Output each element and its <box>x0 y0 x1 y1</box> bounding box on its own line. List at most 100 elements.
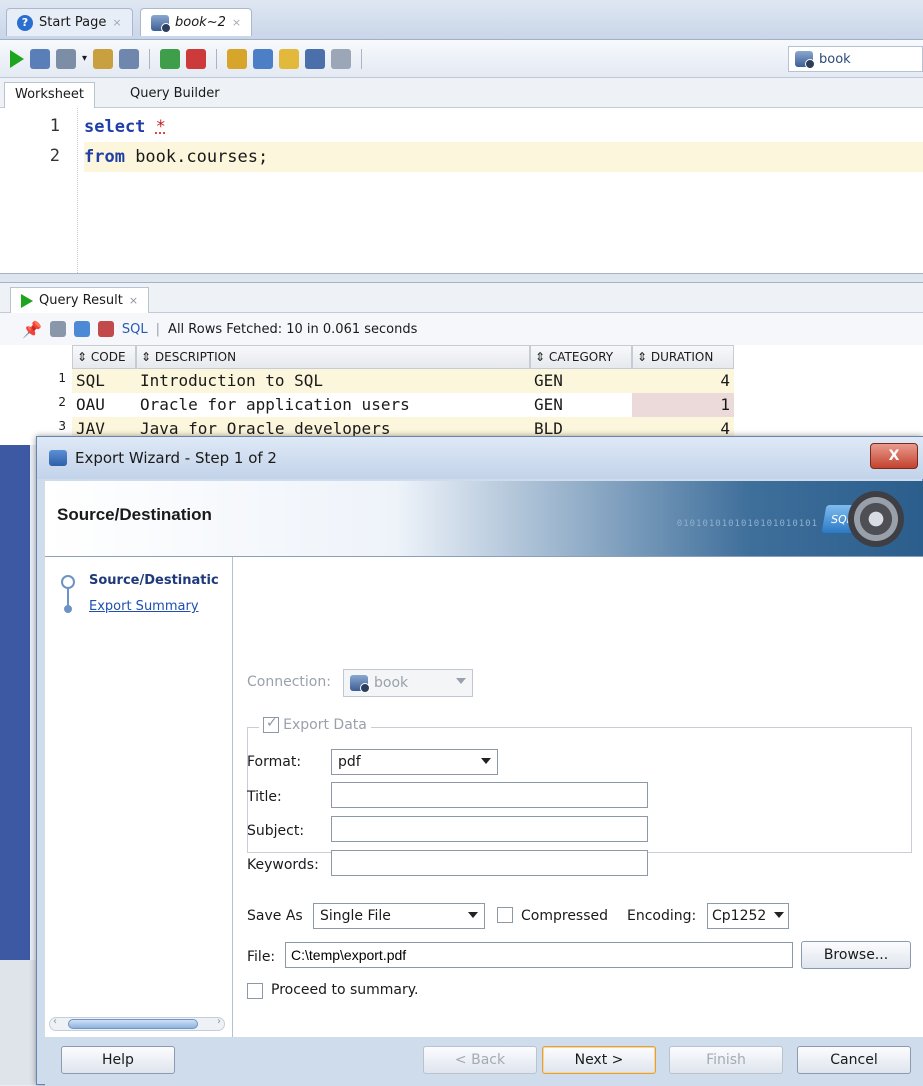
chevron-left-icon[interactable]: ‹ <box>53 1016 57 1027</box>
wizard-steps-pane: Source/Destinatic Export Summary ‹ › <box>45 557 233 1037</box>
compressed-checkbox[interactable] <box>497 907 513 923</box>
save-as-value: Single File <box>320 908 391 924</box>
close-button[interactable]: X <box>870 443 918 469</box>
subject-input[interactable] <box>331 816 648 842</box>
chevron-down-icon[interactable]: ▾ <box>82 53 87 64</box>
chevron-down-icon <box>774 912 784 918</box>
subject-label: Subject: <box>247 823 305 839</box>
horizontal-scrollbar[interactable]: ‹ › <box>49 1016 225 1031</box>
keywords-label: Keywords: <box>247 857 319 873</box>
explain-plan-icon[interactable] <box>119 48 140 69</box>
title-input[interactable] <box>331 782 648 808</box>
splitter-handle[interactable] <box>0 273 923 283</box>
sql-tuning-icon[interactable] <box>305 48 326 69</box>
finish-button[interactable]: Finish <box>669 1046 783 1074</box>
close-tab-icon[interactable]: × <box>129 294 138 307</box>
title-label: Title: <box>247 789 282 805</box>
proceed-to-summary-checkbox[interactable] <box>247 983 263 999</box>
save-as-select[interactable]: Single File <box>313 903 485 929</box>
help-icon: ? <box>17 14 33 31</box>
browse-button[interactable]: Browse... <box>801 941 911 969</box>
wizard-content: Connection: book Export Data Format: pdf… <box>233 557 923 1037</box>
cell-code[interactable]: SQL <box>72 369 136 393</box>
tab-start-page[interactable]: ? Start Page × <box>6 8 133 36</box>
autotrace-icon[interactable] <box>160 48 181 69</box>
connection-combo[interactable]: book <box>343 669 473 697</box>
cell-description[interactable]: Oracle for application users <box>136 393 530 417</box>
close-tab-icon[interactable]: × <box>112 16 121 29</box>
column-header-duration[interactable]: ⇕ DURATION <box>632 345 734 369</box>
step-source-destination[interactable]: Source/Destinatic <box>89 573 219 588</box>
worksheet-toolbar: ▾ book <box>0 40 923 78</box>
tab-label: book~2 <box>175 15 226 30</box>
cell-category[interactable]: GEN <box>530 369 632 393</box>
toolbar-separator: | <box>155 321 161 337</box>
cell-description[interactable]: Introduction to SQL <box>136 369 530 393</box>
cell-code[interactable]: OAU <box>72 393 136 417</box>
sql-link[interactable]: SQL <box>122 322 148 337</box>
encoding-value: Cp1252 <box>712 908 767 924</box>
tab-query-result[interactable]: Query Result × <box>10 287 150 313</box>
step-export-summary[interactable]: Export Summary <box>89 599 199 614</box>
pin-icon[interactable]: 📌 <box>22 320 42 339</box>
file-label: File: <box>247 949 276 965</box>
cancel-fetch-icon[interactable] <box>97 321 114 337</box>
tab-worksheet[interactable]: Worksheet <box>4 82 96 108</box>
toolbar-separator <box>149 48 151 69</box>
sql-token: * <box>155 117 166 137</box>
rollback-icon[interactable] <box>93 48 114 69</box>
format-icon[interactable] <box>253 48 274 69</box>
connection-select[interactable]: book <box>788 46 923 72</box>
tools-icon[interactable] <box>331 48 352 69</box>
scrollbar-thumb[interactable] <box>68 1019 198 1029</box>
sql-editor[interactable]: 1 2 select * from book.courses; <box>0 108 923 273</box>
export-data-checkbox[interactable] <box>263 715 279 733</box>
sql-token: book.courses; <box>124 147 269 167</box>
chevron-right-icon[interactable]: › <box>217 1016 221 1027</box>
results-grid: ⇕ CODE ⇕ DESCRIPTION ⇕ CATEGORY ⇕ DURATI… <box>0 345 923 445</box>
wizard-banner: Source/Destination 010101010101010101010… <box>45 481 923 557</box>
document-tab-bar: ? Start Page × book~2 × <box>0 0 923 40</box>
column-header-code[interactable]: ⇕ CODE <box>72 345 136 369</box>
export-data-legend: Export Data <box>259 715 371 737</box>
back-button[interactable]: < Back <box>423 1046 537 1074</box>
column-header-label: CODE <box>90 350 126 364</box>
print-icon[interactable] <box>49 321 66 337</box>
tab-query-builder[interactable]: Query Builder <box>120 82 230 108</box>
sql-keyword: from <box>84 147 125 167</box>
help-button[interactable]: Help <box>61 1046 175 1074</box>
save-as-label: Save As <box>247 908 303 924</box>
column-header-category[interactable]: ⇕ CATEGORY <box>530 345 632 369</box>
database-connection-icon <box>795 51 815 69</box>
commit-icon[interactable] <box>56 48 76 69</box>
cell-category[interactable]: GEN <box>530 393 632 417</box>
sql-keyword: select <box>84 117 146 137</box>
cell-duration[interactable]: 1 <box>632 393 734 417</box>
run-script-icon[interactable] <box>30 48 50 69</box>
sql-history-icon[interactable] <box>227 48 248 69</box>
clear-icon[interactable] <box>186 48 207 69</box>
tab-book-worksheet[interactable]: book~2 × <box>140 8 253 36</box>
keywords-input[interactable] <box>331 850 648 876</box>
dialog-titlebar[interactable]: Export Wizard - Step 1 of 2 X <box>37 437 923 479</box>
code-line-current[interactable]: from book.courses; <box>84 142 923 172</box>
connection-label: Connection: <box>247 674 331 690</box>
run-icon <box>21 293 33 308</box>
line-number: 2 <box>49 146 60 166</box>
eraser-icon[interactable] <box>279 48 300 69</box>
code-line[interactable]: select * <box>84 112 166 142</box>
encoding-select[interactable]: Cp1252 <box>707 903 789 929</box>
run-statement-icon[interactable] <box>10 49 24 68</box>
column-header-description[interactable]: ⇕ DESCRIPTION <box>136 345 530 369</box>
refresh-icon[interactable] <box>73 321 90 337</box>
close-tab-icon[interactable]: × <box>232 16 241 29</box>
encoding-label: Encoding: <box>627 908 697 924</box>
film-reel-icon <box>848 491 904 547</box>
line-number: 1 <box>49 116 60 136</box>
file-path-input[interactable] <box>285 942 793 968</box>
cell-duration[interactable]: 4 <box>632 369 734 393</box>
format-select[interactable]: pdf <box>331 749 498 775</box>
toolbar-separator <box>216 48 218 69</box>
cancel-button[interactable]: Cancel <box>797 1046 911 1074</box>
next-button[interactable]: Next > <box>542 1046 656 1074</box>
